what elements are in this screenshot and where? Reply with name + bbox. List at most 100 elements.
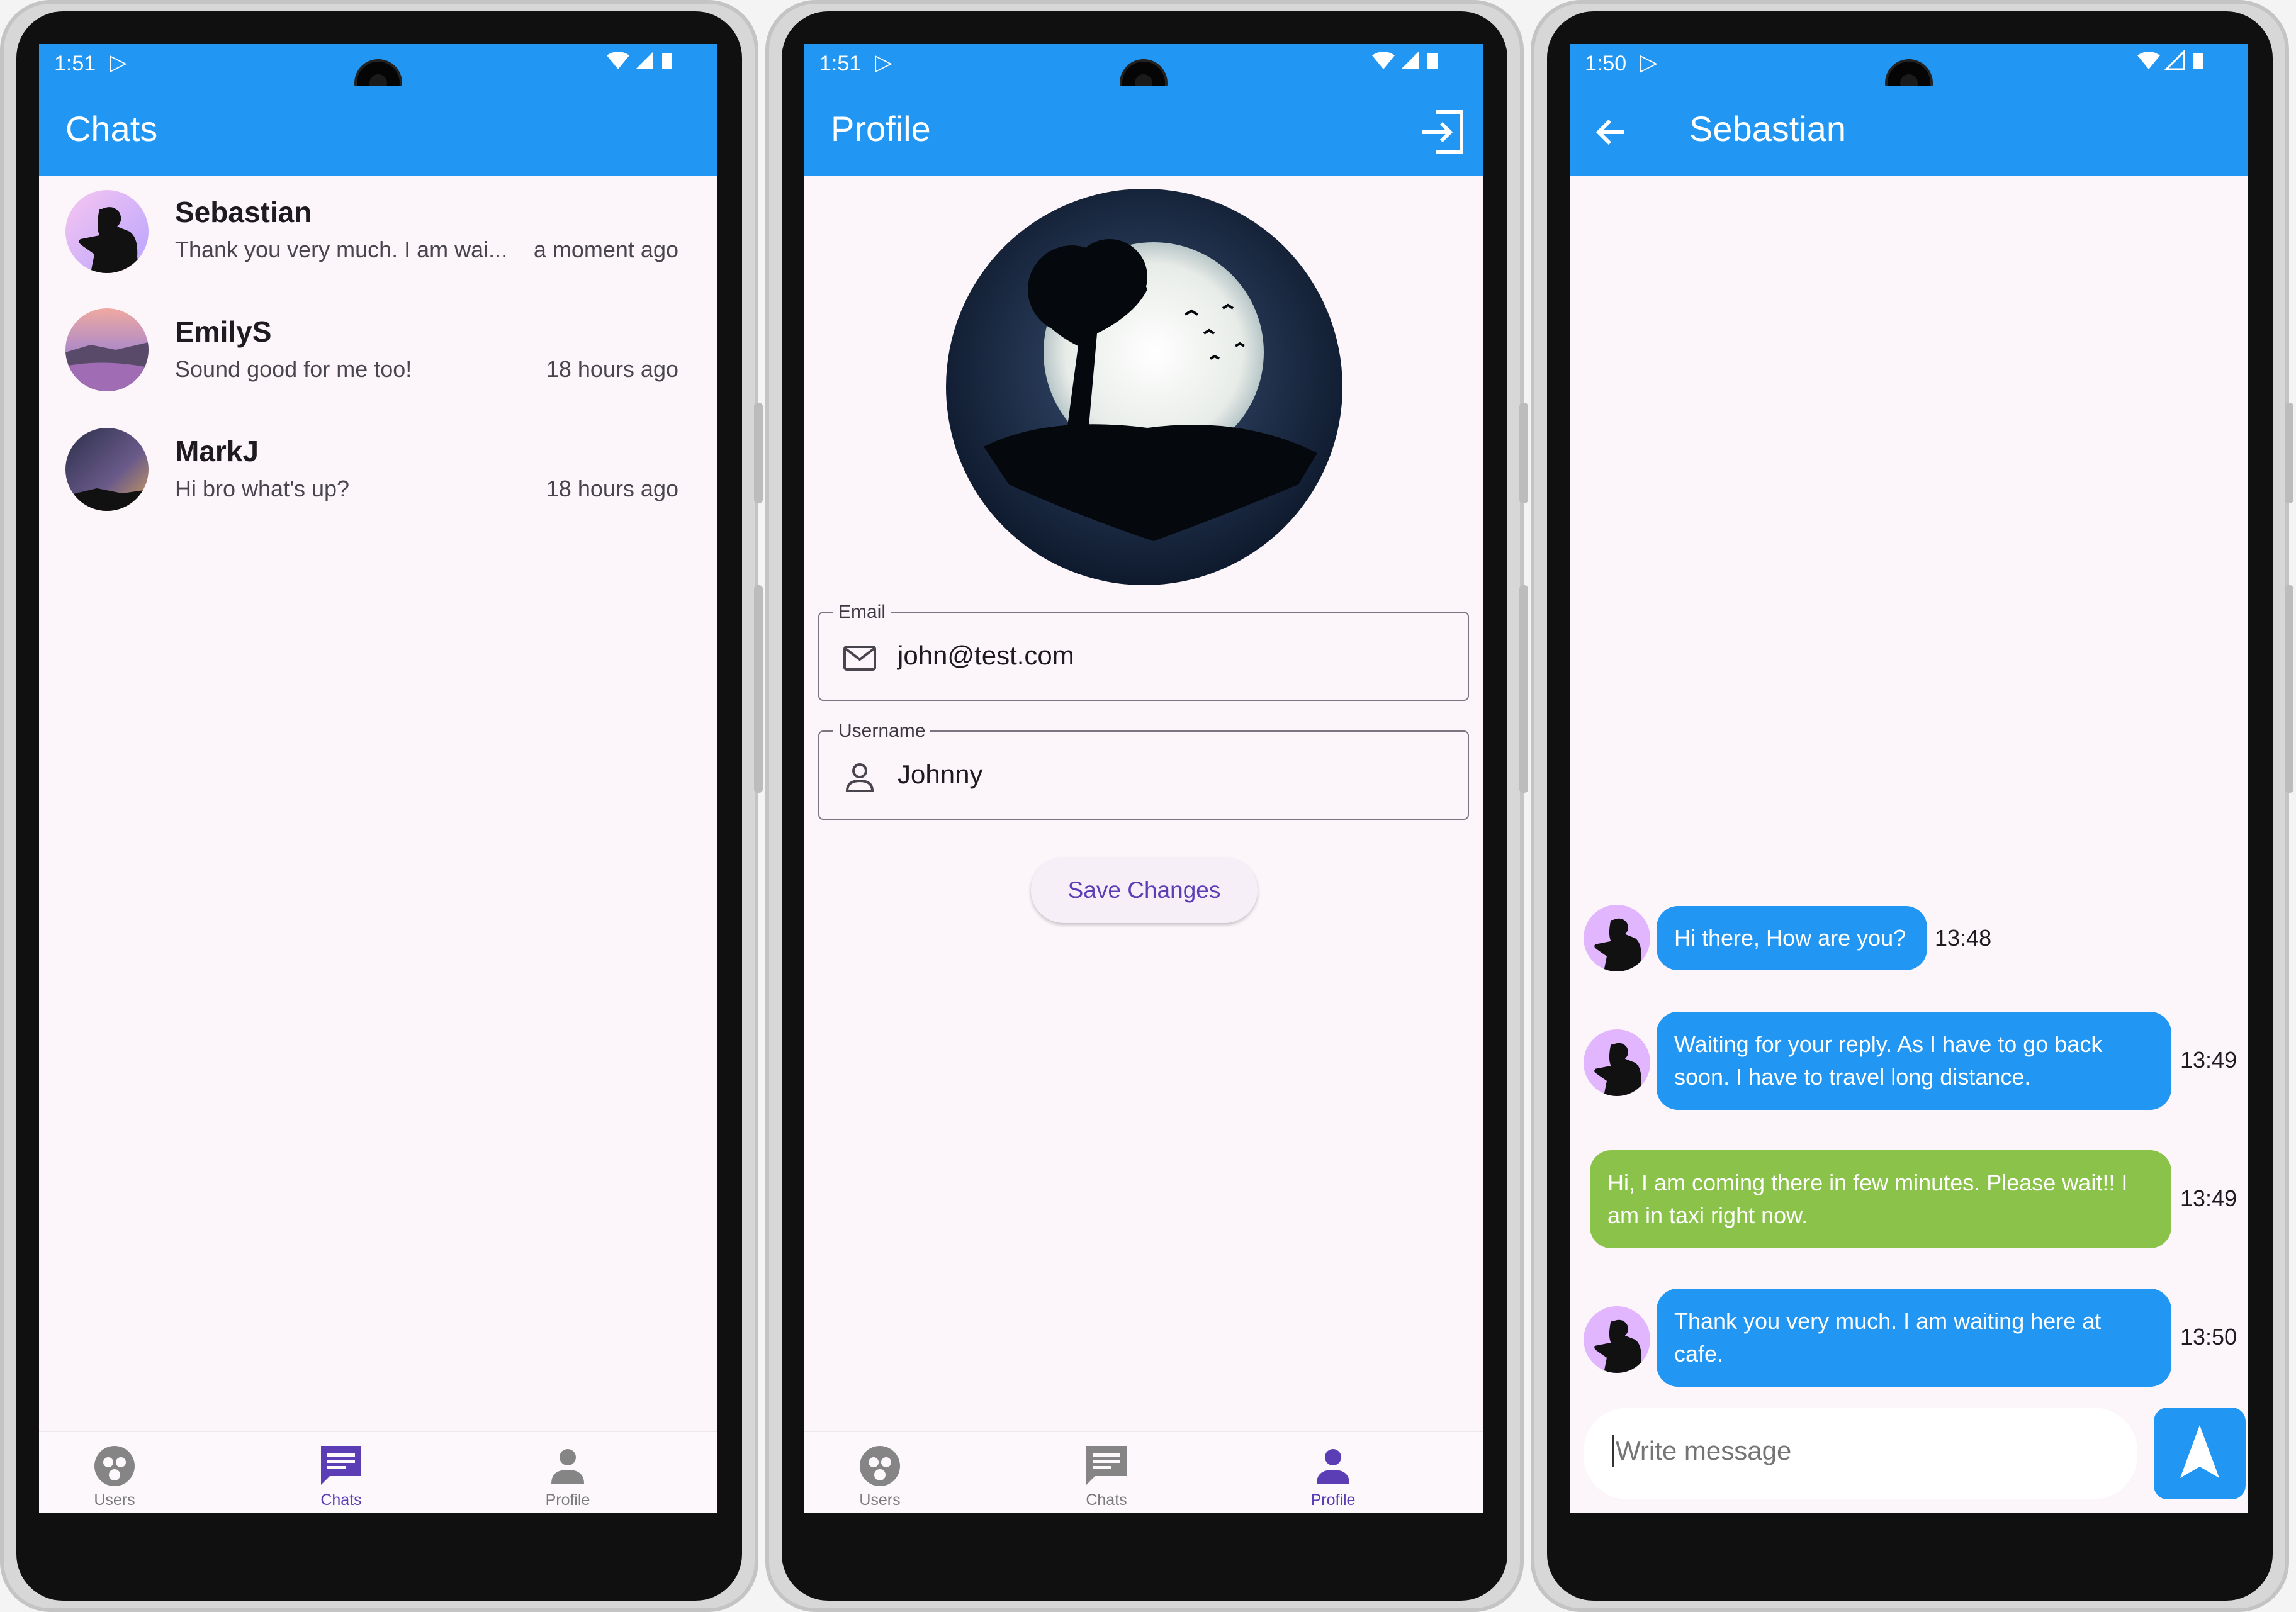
app-bar: Chats [39, 86, 718, 176]
message-bubble: Hi there, How are you? [1657, 906, 1927, 970]
side-button [1519, 585, 1528, 793]
chat-list-item[interactable]: Sebastian Thank you very much. I am wai.… [39, 176, 718, 296]
back-arrow-icon [1595, 119, 1624, 145]
chat-time: 18 hours ago [546, 476, 678, 501]
screen-conversation: 1:50 ▷ Sebastian Hi there, How are you? … [1570, 44, 2248, 1513]
avatar [1584, 1029, 1650, 1096]
bottom-navigation: Users Chats Profile [39, 1431, 718, 1513]
page-title: Sebastian [1689, 109, 1847, 148]
nav-profile[interactable]: Profile [492, 1441, 643, 1509]
back-button[interactable] [1592, 113, 1630, 151]
bottom-navigation: Users Chats Profile [804, 1431, 1483, 1513]
message-bubble: Waiting for your reply. As I have to go … [1657, 1012, 2171, 1110]
avatar [65, 308, 149, 391]
message-time: 13:50 [2180, 1324, 2237, 1350]
message-input[interactable] [1612, 1435, 2120, 1467]
screen-profile: 1:51 ▷ Profile Email john@test.com Usern… [804, 44, 1483, 1513]
status-time: 1:51 [54, 52, 96, 76]
message-bubble: Thank you very much. I am waiting here a… [1657, 1289, 2171, 1387]
nav-users[interactable]: Users [39, 1441, 190, 1509]
avatar [1584, 1306, 1650, 1373]
page-title: Profile [831, 109, 931, 148]
message-time: 13:48 [1935, 925, 1992, 951]
battery-icon [662, 53, 672, 69]
email-value: john@test.com [898, 641, 1074, 670]
message-composer [1584, 1408, 2137, 1499]
play-store-icon: ▷ [1640, 49, 1658, 75]
logout-button[interactable] [1419, 108, 1466, 156]
phone-conversation: 1:50 ▷ Sebastian Hi there, How are you? … [1531, 0, 2293, 1612]
email-field[interactable]: Email john@test.com [818, 602, 1469, 701]
battery-icon [1427, 53, 1438, 69]
wifi-icon [1372, 52, 1395, 69]
status-time: 1:51 [819, 52, 862, 76]
play-store-icon: ▷ [875, 49, 892, 75]
logout-icon [1422, 110, 1463, 154]
chats-icon [321, 1446, 361, 1485]
chat-name: EmilyS [175, 315, 272, 348]
chat-name: MarkJ [175, 435, 259, 467]
nav-label: Users [859, 1491, 901, 1509]
app-bar: Profile [804, 86, 1483, 176]
nav-chats[interactable]: Chats [266, 1441, 417, 1509]
username-field[interactable]: Username Johnny [818, 720, 1469, 820]
nav-chats[interactable]: Chats [1031, 1441, 1182, 1509]
status-icons [604, 49, 680, 80]
username-value: Johnny [898, 759, 983, 789]
email-label: Email [833, 602, 891, 623]
chat-list-item[interactable]: MarkJ Hi bro what's up? 18 hours ago [39, 415, 718, 535]
wifi-icon [607, 52, 629, 69]
nav-label: Profile [545, 1491, 590, 1509]
chat-preview: Hi bro what's up? [175, 476, 350, 501]
nav-users[interactable]: Users [804, 1441, 955, 1509]
signal-icon [1401, 52, 1419, 69]
username-label: Username [833, 720, 931, 742]
avatar [1584, 905, 1650, 971]
profile-icon [1317, 1449, 1349, 1484]
status-time: 1:50 [1585, 52, 1627, 76]
avatar [65, 428, 149, 511]
page-title: Chats [65, 109, 158, 148]
mail-icon [841, 639, 879, 677]
nav-label: Chats [1086, 1491, 1127, 1509]
avatar [65, 190, 149, 273]
side-button [1519, 403, 1528, 503]
profile-icon [551, 1449, 584, 1484]
side-button [754, 585, 763, 793]
chat-time: a moment ago [533, 237, 678, 262]
message-time: 13:49 [2180, 1047, 2237, 1073]
side-button [754, 403, 763, 503]
chat-name: Sebastian [175, 196, 312, 228]
users-icon [94, 1446, 135, 1486]
phone-chats: 1:51 ▷ Chats Sebastian Thank you very mu… [0, 0, 763, 1612]
side-button [2285, 585, 2293, 793]
users-icon [860, 1446, 900, 1486]
nav-label: Users [94, 1491, 135, 1509]
status-icons [1370, 49, 1445, 80]
side-button [2285, 403, 2293, 503]
signal-icon [636, 52, 653, 69]
nav-label: Chats [320, 1491, 362, 1509]
save-changes-button[interactable]: Save Changes [1031, 858, 1258, 923]
person-icon [841, 758, 879, 796]
message-bubble: Hi, I am coming there in few minutes. Pl… [1590, 1150, 2171, 1248]
nav-label: Profile [1310, 1491, 1356, 1509]
message-time: 13:49 [2180, 1185, 2237, 1211]
wifi-icon [2137, 52, 2160, 69]
app-bar: Sebastian [1570, 86, 2248, 176]
send-icon [2180, 1425, 2219, 1478]
battery-icon [2193, 53, 2203, 69]
nav-profile[interactable]: Profile [1258, 1441, 1409, 1509]
chat-time: 18 hours ago [546, 356, 678, 382]
phone-profile: 1:51 ▷ Profile Email john@test.com Usern… [765, 0, 1528, 1612]
chat-preview: Sound good for me too! [175, 356, 412, 382]
signal-icon [2164, 49, 2185, 70]
chats-icon [1086, 1446, 1127, 1485]
chat-list-item[interactable]: EmilyS Sound good for me too! 18 hours a… [39, 296, 718, 415]
profile-photo[interactable] [946, 189, 1342, 585]
chat-preview: Thank you very much. I am wai... [175, 237, 508, 262]
status-icons [2135, 49, 2210, 80]
play-store-icon: ▷ [110, 49, 127, 75]
screen-chats: 1:51 ▷ Chats Sebastian Thank you very mu… [39, 44, 718, 1513]
send-button[interactable] [2154, 1408, 2246, 1499]
